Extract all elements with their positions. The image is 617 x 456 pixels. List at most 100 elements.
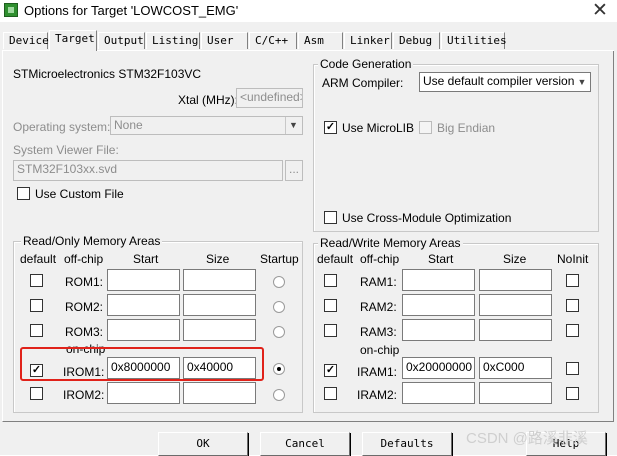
tab-linker[interactable]: Linker <box>344 32 392 49</box>
chevron-down-icon[interactable]: ▼ <box>285 117 301 134</box>
cancel-button[interactable]: Cancel <box>260 432 350 456</box>
irom1-startup-radio[interactable] <box>273 363 285 375</box>
ok-button[interactable]: OK <box>158 432 248 456</box>
ro-header-offchip: off-chip <box>64 252 104 266</box>
iram2-noinit-checkbox[interactable] <box>566 387 579 400</box>
ram3-size-input[interactable] <box>479 319 552 341</box>
rom1-startup-radio[interactable] <box>273 276 285 288</box>
compiler-select[interactable]: Use default compiler version 5 <box>419 72 591 92</box>
rw-header-noinit: NoInit <box>557 252 589 266</box>
defaults-button[interactable]: Defaults <box>362 432 452 456</box>
tab-output[interactable]: Output <box>98 32 145 49</box>
tab-asm[interactable]: Asm <box>298 32 343 49</box>
iram1-size-input[interactable]: 0xC000 <box>479 357 552 379</box>
rom3-label: ROM3: <box>65 325 104 339</box>
iram2-default-checkbox[interactable] <box>324 387 337 400</box>
readwrite-memory-title: Read/Write Memory Areas <box>318 236 463 250</box>
rom2-start-input[interactable] <box>107 294 180 316</box>
irom2-default-checkbox[interactable] <box>30 387 43 400</box>
browse-button[interactable]: ... <box>285 160 303 181</box>
xtal-input[interactable]: <undefined> <box>236 88 303 108</box>
window-title: Options for Target 'LOWCOST_EMG' <box>24 3 239 18</box>
cross-module-label: Use Cross-Module Optimization <box>342 211 512 225</box>
os-select[interactable]: None <box>110 116 303 135</box>
ram2-start-input[interactable] <box>402 294 475 316</box>
rw-header-default: default <box>317 252 354 266</box>
ro-header-default: default <box>20 252 57 266</box>
ram3-label: RAM3: <box>360 325 397 339</box>
rom1-default-checkbox[interactable] <box>30 274 43 287</box>
app-icon <box>4 3 18 17</box>
ram1-label: RAM1: <box>360 275 397 289</box>
close-icon[interactable]: ✕ <box>592 0 608 22</box>
tab-user[interactable]: User <box>201 32 248 49</box>
iram1-label: IRAM1: <box>357 365 398 379</box>
ram2-noinit-checkbox[interactable] <box>566 299 579 312</box>
rom1-label: ROM1: <box>65 275 104 289</box>
iram1-noinit-checkbox[interactable] <box>566 362 579 375</box>
use-microlib-checkbox[interactable]: ✓ <box>324 121 337 134</box>
irom1-highlight-box <box>20 347 264 381</box>
tab-utilities[interactable]: Utilities <box>441 32 507 49</box>
tab-listing[interactable]: Listing <box>146 32 200 49</box>
rom2-label: ROM2: <box>65 300 104 314</box>
tab-target[interactable]: Target <box>49 30 97 51</box>
xtal-label: Xtal (MHz): <box>178 93 238 107</box>
rom1-size-input[interactable] <box>183 269 256 291</box>
big-endian-checkbox[interactable] <box>419 121 432 134</box>
ram2-default-checkbox[interactable] <box>324 299 337 312</box>
os-select-value: None <box>114 118 143 132</box>
compiler-label: ARM Compiler: <box>322 76 404 90</box>
big-endian-label: Big Endian <box>437 121 496 135</box>
use-microlib-label: Use MicroLIB <box>342 121 415 135</box>
use-custom-file-label: Use Custom File <box>35 187 124 201</box>
iram2-size-input[interactable] <box>479 382 552 404</box>
irom2-startup-radio[interactable] <box>273 389 285 401</box>
rom3-startup-radio[interactable] <box>273 326 285 338</box>
rom2-size-input[interactable] <box>183 294 256 316</box>
rom3-default-checkbox[interactable] <box>30 324 43 337</box>
sysviewer-input[interactable]: STM32F103xx.svd <box>13 160 283 181</box>
iram2-label: IRAM2: <box>357 388 398 402</box>
ram3-default-checkbox[interactable] <box>324 324 337 337</box>
readonly-memory-title: Read/Only Memory Areas <box>21 234 163 248</box>
rw-header-offchip: off-chip <box>360 252 400 266</box>
rom2-startup-radio[interactable] <box>273 301 285 313</box>
iram1-default-checkbox[interactable]: ✓ <box>324 364 337 377</box>
ram1-size-input[interactable] <box>479 269 552 291</box>
ro-header-startup: Startup <box>260 252 299 266</box>
rom2-default-checkbox[interactable] <box>30 299 43 312</box>
iram2-start-input[interactable] <box>402 382 475 404</box>
cross-module-checkbox[interactable] <box>324 211 337 224</box>
use-custom-file-checkbox[interactable] <box>17 187 30 200</box>
rw-onchip-label: on-chip <box>360 343 400 357</box>
code-generation-title: Code Generation <box>318 57 414 71</box>
ram3-start-input[interactable] <box>402 319 475 341</box>
ro-header-start: Start <box>133 252 159 266</box>
tab-device[interactable]: Device <box>3 32 49 49</box>
rw-header-start: Start <box>428 252 454 266</box>
tab-debug[interactable]: Debug <box>393 32 440 49</box>
ram2-label: RAM2: <box>360 300 397 314</box>
sysviewer-label: System Viewer File: <box>13 143 119 157</box>
device-name: STMicroelectronics STM32F103VC <box>13 67 202 81</box>
iram1-start-input[interactable]: 0x20000000 <box>402 357 475 379</box>
ram2-size-input[interactable] <box>479 294 552 316</box>
rom3-size-input[interactable] <box>183 319 256 341</box>
irom2-start-input[interactable] <box>107 382 180 404</box>
watermark: CSDN @路溪非溪 <box>466 430 588 447</box>
ram1-noinit-checkbox[interactable] <box>566 274 579 287</box>
compiler-select-value: Use default compiler version 5 <box>423 74 585 88</box>
rw-header-size: Size <box>503 252 527 266</box>
ro-header-size: Size <box>206 252 230 266</box>
ram3-noinit-checkbox[interactable] <box>566 324 579 337</box>
tab-cpp[interactable]: C/C++ <box>249 32 297 49</box>
title-bar: Options for Target 'LOWCOST_EMG' ✕ <box>0 0 617 22</box>
ram1-start-input[interactable] <box>402 269 475 291</box>
ram1-default-checkbox[interactable] <box>324 274 337 287</box>
chevron-down-icon[interactable]: ▼ <box>574 73 590 91</box>
os-label: Operating system: <box>13 120 111 134</box>
rom3-start-input[interactable] <box>107 319 180 341</box>
rom1-start-input[interactable] <box>107 269 180 291</box>
irom2-size-input[interactable] <box>183 382 256 404</box>
